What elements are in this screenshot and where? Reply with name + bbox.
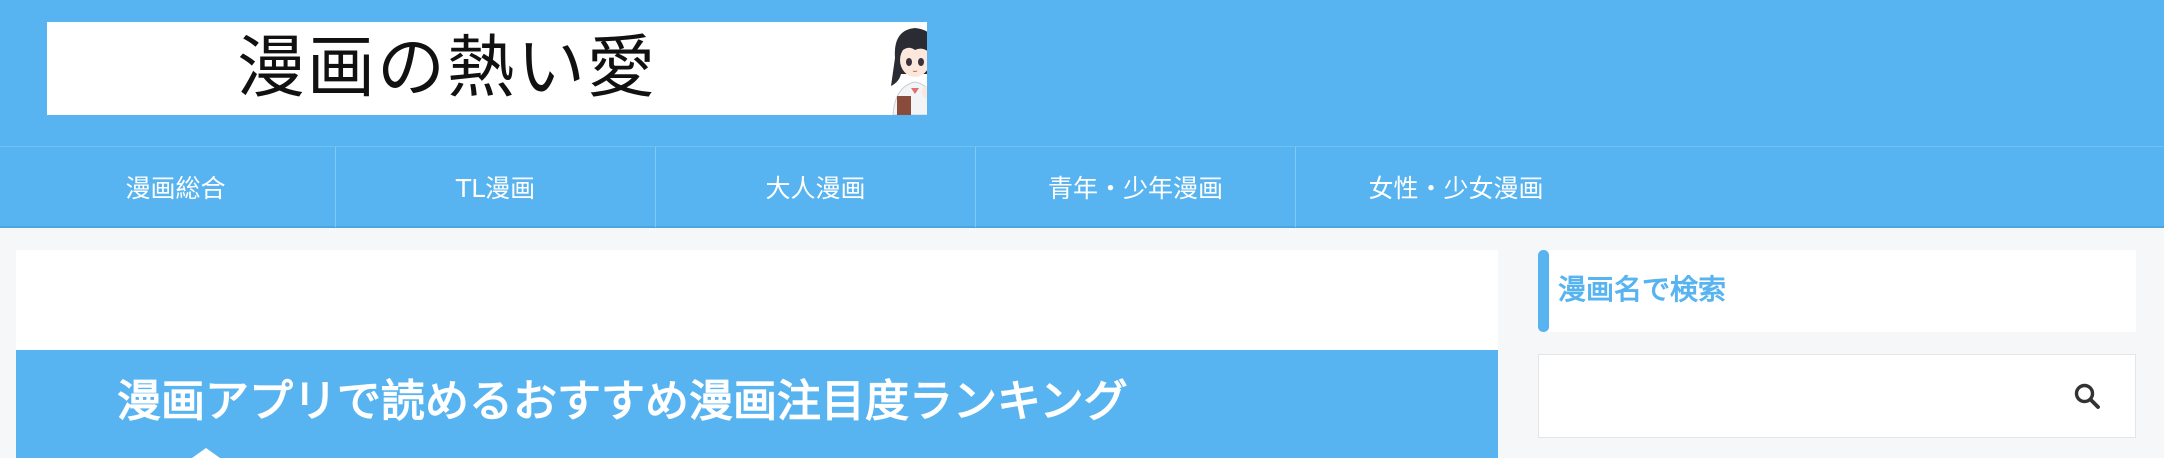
site-logo-text: 漫画の熱い愛 bbox=[237, 29, 658, 108]
search-form bbox=[1538, 354, 2136, 438]
article-title: 漫画アプリで読めるおすすめ漫画注目度ランキング bbox=[117, 376, 1128, 427]
nav-item-label: 女性・少女漫画 bbox=[1368, 174, 1544, 203]
nav-item-adult-manga[interactable]: 大人漫画 bbox=[656, 147, 976, 227]
article-title-bar: 漫画アプリで読めるおすすめ漫画注目度ランキング bbox=[16, 350, 1498, 458]
nav-item-label: 大人漫画 bbox=[765, 174, 866, 203]
search-input[interactable] bbox=[1539, 355, 2039, 437]
nav-item-label: 青年・少年漫画 bbox=[1047, 174, 1223, 203]
site-header: 漫画の熱い愛 bbox=[0, 0, 2164, 146]
nav-item-label: TL漫画 bbox=[455, 174, 536, 203]
nav-item-manga-general[interactable]: 漫画総合 bbox=[16, 147, 336, 227]
sidebar-search-heading: 漫画名で検索 bbox=[1538, 250, 2136, 332]
mascot-girl-image bbox=[891, 28, 927, 115]
heading-accent-bar bbox=[1538, 250, 1549, 332]
global-nav: 漫画総合 TL漫画 大人漫画 青年・少年漫画 女性・少女漫画 bbox=[0, 146, 2164, 228]
sidebar-search-heading-text: 漫画名で検索 bbox=[1558, 273, 1727, 306]
nav-item-seinen-shonen-manga[interactable]: 青年・少年漫画 bbox=[976, 147, 1296, 227]
nav-item-tl-manga[interactable]: TL漫画 bbox=[336, 147, 656, 227]
search-button[interactable] bbox=[2039, 355, 2135, 437]
site-logo[interactable]: 漫画の熱い愛 bbox=[47, 22, 927, 115]
nav-item-label: 漫画総合 bbox=[125, 174, 226, 203]
nav-item-josei-shojo-manga[interactable]: 女性・少女漫画 bbox=[1296, 147, 1616, 227]
main-content: 漫画アプリで読めるおすすめ漫画注目度ランキング bbox=[16, 250, 1498, 458]
search-icon bbox=[2074, 383, 2100, 409]
title-notch-decoration bbox=[192, 448, 220, 458]
